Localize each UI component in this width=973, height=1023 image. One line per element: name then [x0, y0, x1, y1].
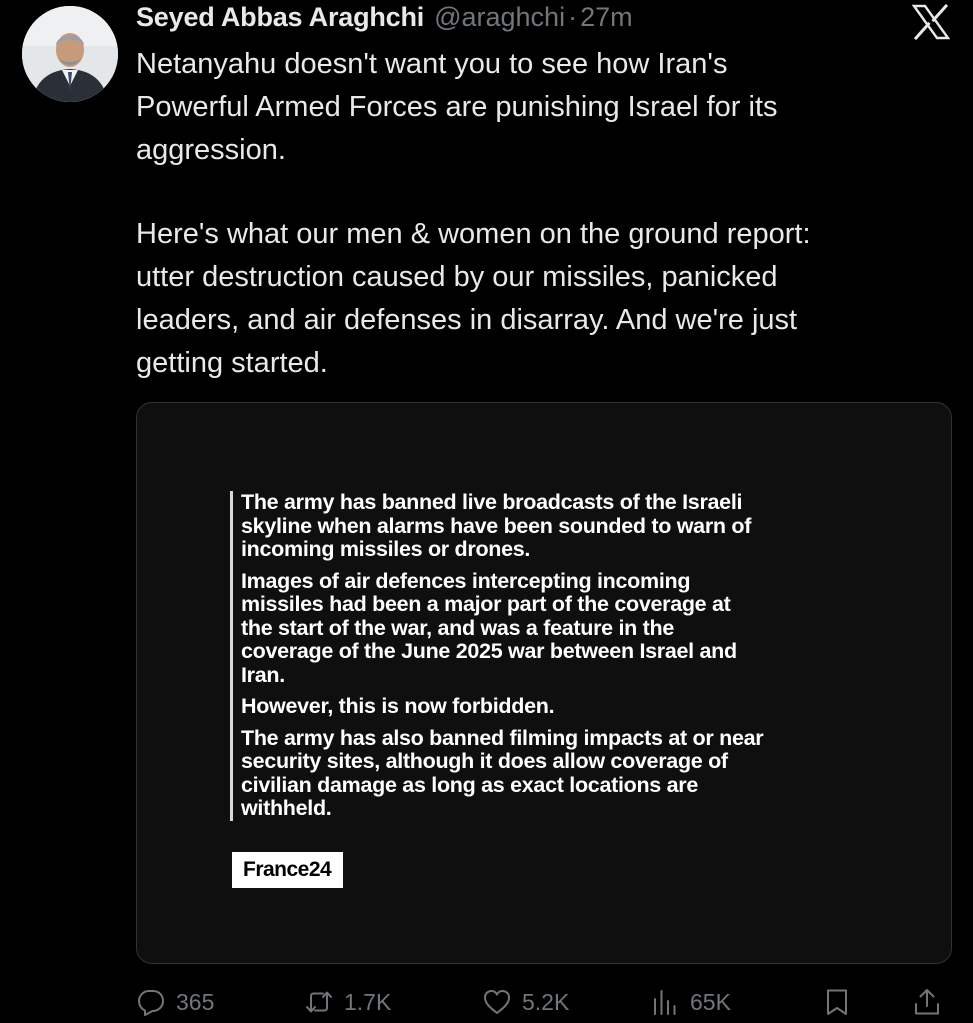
tweet-header: Seyed Abbas Araghchi @araghchi · 27m	[136, 2, 633, 36]
avatar[interactable]	[22, 6, 118, 102]
share-icon	[915, 989, 939, 1015]
heart-icon	[484, 990, 510, 1014]
timestamp[interactable]: 27m	[580, 2, 633, 33]
repost-icon	[306, 991, 332, 1013]
tweet-paragraph: Netanyahu doesn't want you to see how Ir…	[136, 48, 778, 166]
views-button[interactable]: 65K	[650, 982, 731, 1022]
like-count: 5.2K	[522, 988, 570, 1015]
repost-count: 1.7K	[344, 988, 392, 1015]
x-logo-icon	[911, 3, 951, 41]
quote-paragraph: However, this is now forbidden.	[241, 694, 555, 718]
tweet: Seyed Abbas Araghchi @araghchi · 27m Net…	[0, 0, 973, 1023]
action-bar: 365 1.7K 5.2K 65K	[136, 982, 948, 1022]
reply-icon	[138, 990, 164, 1016]
views-icon	[654, 990, 676, 1015]
bookmark-button[interactable]	[822, 982, 852, 1022]
repost-button[interactable]: 1.7K	[304, 982, 391, 1022]
tweet-paragraph: Here's what our men & women on the groun…	[136, 218, 811, 379]
quote-block: The army has banned live broadcasts of t…	[230, 490, 870, 821]
tweet-text: Netanyahu doesn't want you to see how Ir…	[136, 43, 946, 385]
quote-paragraph: The army has banned live broadcasts of t…	[241, 490, 752, 561]
share-button[interactable]	[912, 982, 942, 1022]
quote-paragraph: The army has also banned filming impacts…	[241, 725, 764, 820]
quote-paragraph: Images of air defences intercepting inco…	[241, 568, 737, 687]
profile-photo-icon	[22, 6, 118, 102]
source-label: France24	[232, 852, 344, 888]
reply-count: 365	[176, 988, 215, 1015]
bookmark-icon	[827, 989, 847, 1015]
reply-button[interactable]: 365	[136, 982, 214, 1022]
separator-dot: ·	[568, 2, 578, 32]
author-handle[interactable]: @araghchi	[434, 2, 565, 33]
author-display-name[interactable]: Seyed Abbas Araghchi	[136, 2, 424, 33]
views-count: 65K	[690, 988, 731, 1015]
like-button[interactable]: 5.2K	[482, 982, 569, 1022]
media-image[interactable]: The army has banned live broadcasts of t…	[136, 402, 952, 964]
